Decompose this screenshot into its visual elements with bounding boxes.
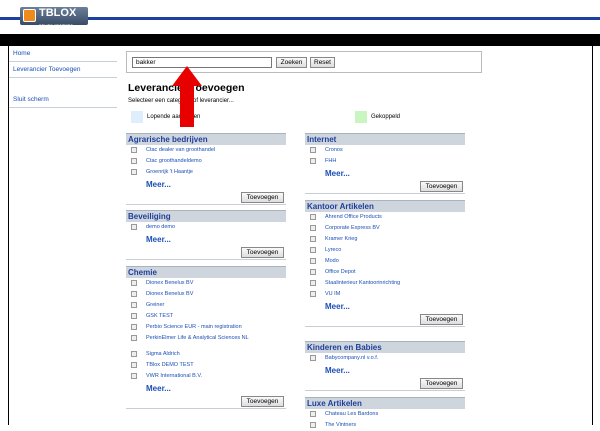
checkbox[interactable] (131, 158, 137, 164)
list-item[interactable]: Groenrijk 't Haantje (126, 167, 286, 178)
list-item[interactable]: PerkinElmer Life & Analytical Sciences N… (126, 333, 286, 349)
red-arrow-head (172, 66, 202, 86)
search-button[interactable]: Zoeken (276, 57, 307, 68)
more-link[interactable]: Meer... (305, 300, 465, 313)
category-group-chemie: Chemie Dionex Benelux BV Dionex Benelux … (126, 266, 286, 411)
list-item[interactable]: demo demo (126, 222, 286, 233)
checkbox[interactable] (310, 291, 316, 297)
list-item[interactable]: Office Depot (305, 267, 465, 278)
frame-right-border (592, 46, 593, 425)
checkbox[interactable] (131, 351, 137, 357)
checkbox[interactable] (310, 225, 316, 231)
category-title[interactable]: Internet (305, 133, 465, 145)
list-item[interactable]: Ctac dealer van groothandel (126, 145, 286, 156)
checkbox[interactable] (310, 258, 316, 264)
checkbox[interactable] (310, 158, 316, 164)
list-item[interactable]: Dionex Benelux BV (126, 289, 286, 300)
add-button[interactable]: Toevoegen (420, 378, 463, 389)
sidebar: Home Leverancier Toevoegen Sluit scherm (9, 46, 117, 108)
list-item[interactable]: GSK TEST (126, 311, 286, 322)
more-link[interactable]: Meer... (126, 178, 286, 191)
category-group-luxe-artikelen: Luxe Artikelen Chateau Les Bardons The V… (305, 397, 465, 431)
search-input[interactable] (132, 57, 272, 68)
checkbox[interactable] (310, 411, 316, 417)
sidebar-item-leverancier-toevoegen[interactable]: Leverancier Toevoegen (9, 62, 117, 78)
logo-text: TBLOX (39, 7, 77, 19)
black-menu-bar (0, 34, 600, 46)
checkbox[interactable] (131, 313, 137, 319)
list-item[interactable]: Cronos (305, 145, 465, 156)
checkbox[interactable] (310, 355, 316, 361)
list-item[interactable]: Ahrend Office Products (305, 212, 465, 223)
checkbox[interactable] (131, 373, 137, 379)
checkbox[interactable] (310, 247, 316, 253)
list-item[interactable]: Babycompany.nl v.o.f. (305, 353, 465, 364)
list-item[interactable]: FHH (305, 156, 465, 167)
list-item[interactable]: Chateau Les Bardons (305, 409, 465, 420)
tblox-logo[interactable]: TBLOX ONLINE NETWORK (20, 7, 88, 27)
checkbox[interactable] (131, 362, 137, 368)
category-group-kinderen-en-babies: Kinderen en Babies Babycompany.nl v.o.f.… (305, 341, 465, 393)
list-item[interactable]: Kramer Krieg (305, 234, 465, 245)
list-item[interactable]: Lyreco (305, 245, 465, 256)
category-group-beveiliging: Beveiliging demo demo Meer... Toevoegen (126, 210, 286, 262)
checkbox[interactable] (310, 422, 316, 428)
checkbox[interactable] (131, 169, 137, 175)
checkbox[interactable] (131, 302, 137, 308)
category-title[interactable]: Chemie (126, 266, 286, 278)
list-item[interactable]: VU IM (305, 289, 465, 300)
add-button[interactable]: Toevoegen (420, 181, 463, 192)
checkbox[interactable] (131, 147, 137, 153)
list-item[interactable]: TBlox DEMO TEST (126, 360, 286, 371)
list-item[interactable]: The Vintners (305, 420, 465, 431)
checkbox[interactable] (131, 324, 137, 330)
add-button[interactable]: Toevoegen (241, 396, 284, 407)
checkbox[interactable] (131, 280, 137, 286)
list-item[interactable]: Corporate Express BV (305, 223, 465, 234)
logo-subtext: ONLINE NETWORK (39, 23, 74, 27)
legend-gekoppeld-swatch (355, 111, 367, 123)
more-link[interactable]: Meer... (305, 167, 465, 180)
list-item[interactable]: Sigma Aldrich (126, 349, 286, 360)
checkbox[interactable] (310, 214, 316, 220)
logo-mark-icon (23, 9, 36, 22)
list-item[interactable]: Modo (305, 256, 465, 267)
checkbox[interactable] (310, 147, 316, 153)
sidebar-item-sluit-scherm[interactable]: Sluit scherm (9, 92, 117, 108)
category-title[interactable]: Beveiliging (126, 210, 286, 222)
checkbox[interactable] (131, 224, 137, 230)
list-item[interactable]: Greiner (126, 300, 286, 311)
checkbox[interactable] (310, 236, 316, 242)
checkbox[interactable] (310, 280, 316, 286)
category-group-kantoor-artikelen: Kantoor Artikelen Ahrend Office Products… (305, 200, 465, 329)
more-link[interactable]: Meer... (305, 364, 465, 377)
header-blue-line (0, 17, 600, 20)
category-title[interactable]: Agrarische bedrijven (126, 133, 286, 145)
sidebar-item-home[interactable]: Home (9, 46, 117, 62)
top-bar: TBLOX ONLINE NETWORK (0, 0, 600, 30)
reset-button[interactable]: Reset (310, 57, 335, 68)
checkbox[interactable] (131, 335, 137, 341)
more-link[interactable]: Meer... (126, 382, 286, 395)
legend-lopende-swatch (131, 111, 143, 123)
category-group-agrarische-bedrijven: Agrarische bedrijven Ctac dealer van gro… (126, 133, 286, 207)
list-item[interactable]: Perbio Science EUR - main registration (126, 322, 286, 333)
add-button[interactable]: Toevoegen (241, 192, 284, 203)
category-group-internet: Internet Cronos FHH Meer... Toevoegen (305, 133, 465, 196)
add-button[interactable]: Toevoegen (420, 314, 463, 325)
legend-gekoppeld-label: Gekoppeld (371, 114, 401, 120)
list-item[interactable]: Staalinterieur Kantoorinrichting (305, 278, 465, 289)
checkbox[interactable] (131, 291, 137, 297)
category-title[interactable]: Luxe Artikelen (305, 397, 465, 409)
category-title[interactable]: Kantoor Artikelen (305, 200, 465, 212)
add-button[interactable]: Toevoegen (241, 247, 284, 258)
list-item[interactable]: Ctac groothandeldemo (126, 156, 286, 167)
more-link[interactable]: Meer... (126, 233, 286, 246)
list-item[interactable]: Dionex Benelux BV (126, 278, 286, 289)
checkbox[interactable] (310, 269, 316, 275)
red-arrow-shaft (180, 85, 194, 127)
list-item[interactable]: VWR International B.V. (126, 371, 286, 382)
category-title[interactable]: Kinderen en Babies (305, 341, 465, 353)
